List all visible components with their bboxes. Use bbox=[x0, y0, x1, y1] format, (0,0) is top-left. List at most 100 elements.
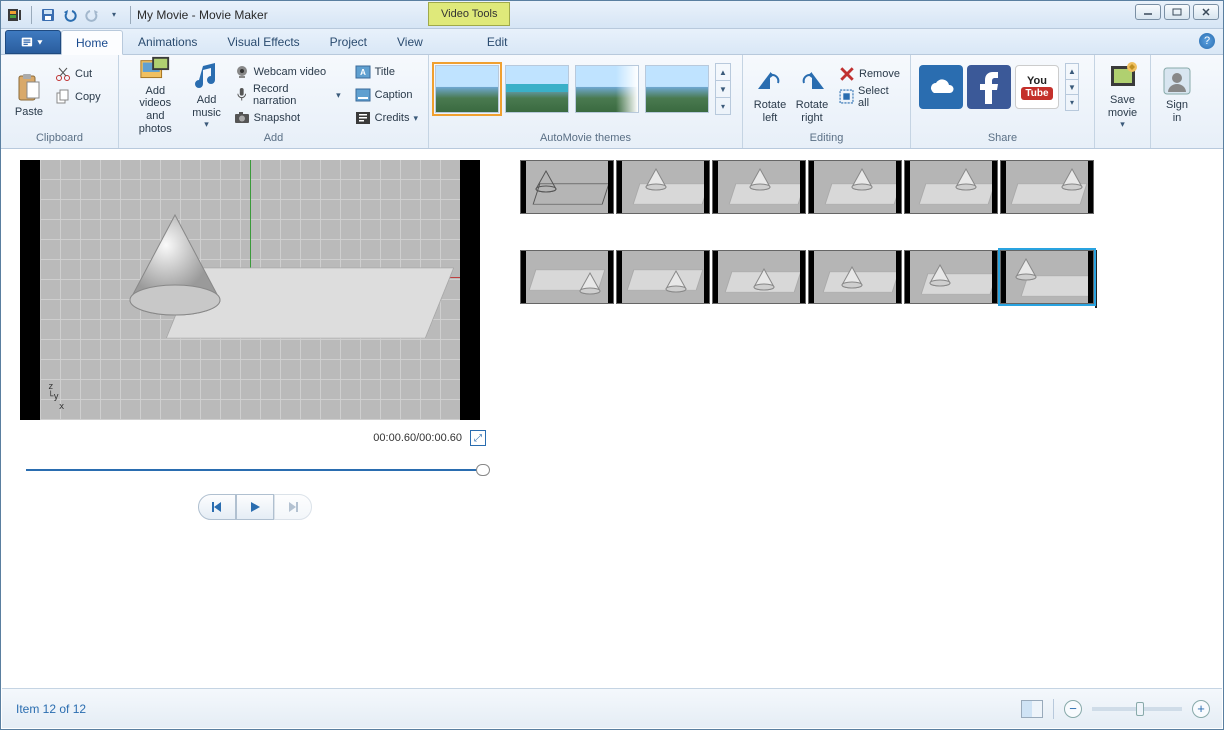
next-frame-button[interactable] bbox=[274, 494, 312, 520]
minimize-button[interactable] bbox=[1135, 4, 1161, 20]
tab-animations[interactable]: Animations bbox=[123, 29, 212, 54]
share-onedrive-button[interactable] bbox=[919, 65, 963, 109]
camera-icon bbox=[234, 110, 250, 126]
paste-icon bbox=[13, 72, 45, 104]
preview-time: 00:00.60/00:00.60 bbox=[373, 432, 462, 444]
group-automovie-label: AutoMovie themes bbox=[429, 132, 742, 148]
group-save-movie: Save movie bbox=[1095, 55, 1151, 148]
file-tab[interactable] bbox=[5, 30, 61, 54]
group-clipboard: Paste Cut Copy Clipboard bbox=[1, 55, 119, 148]
tab-view[interactable]: View bbox=[382, 29, 438, 54]
timeline-clip[interactable] bbox=[904, 160, 998, 214]
share-scroll-up[interactable]: ▲ bbox=[1066, 64, 1078, 80]
add-music-label: Add music bbox=[192, 94, 221, 119]
tab-visual-effects[interactable]: Visual Effects bbox=[212, 29, 314, 54]
close-button[interactable] bbox=[1193, 4, 1219, 20]
title-label: Title bbox=[375, 66, 395, 78]
seek-bar[interactable] bbox=[20, 464, 490, 476]
timeline-clip[interactable] bbox=[904, 250, 998, 304]
rotate-right-button[interactable]: Rotate right bbox=[791, 59, 833, 131]
zoom-in-button[interactable]: + bbox=[1192, 700, 1210, 718]
microphone-icon bbox=[234, 87, 249, 103]
automovie-gallery: ▲ ▼ ▾ bbox=[435, 59, 731, 115]
timeline-clip[interactable] bbox=[1000, 160, 1094, 214]
view-toggle-button[interactable] bbox=[1021, 700, 1043, 718]
rotate-left-button[interactable]: Rotate left bbox=[749, 59, 791, 131]
title-button[interactable]: A Title bbox=[351, 61, 422, 83]
rotate-right-label: Rotate right bbox=[796, 99, 828, 124]
zoom-thumb[interactable] bbox=[1136, 702, 1144, 716]
caption-button[interactable]: Caption bbox=[351, 84, 422, 106]
preview-pane: z└y x 00:00.60/00:00.60 ⤢ bbox=[2, 150, 500, 687]
timeline-clip[interactable] bbox=[616, 250, 710, 304]
tab-home[interactable]: Home bbox=[61, 30, 123, 55]
save-movie-button[interactable]: Save movie bbox=[1101, 59, 1145, 131]
person-icon bbox=[1161, 65, 1193, 97]
playback-controls bbox=[20, 494, 490, 520]
fullscreen-icon[interactable]: ⤢ bbox=[470, 430, 486, 446]
automovie-gallery-scroll: ▲ ▼ ▾ bbox=[715, 63, 731, 115]
film-photo-icon bbox=[139, 55, 171, 83]
prev-frame-button[interactable] bbox=[198, 494, 236, 520]
axis-label: z└y x bbox=[48, 382, 64, 412]
tab-edit[interactable]: Edit bbox=[472, 29, 523, 54]
status-text: Item 12 of 12 bbox=[16, 702, 86, 716]
gallery-scroll-up[interactable]: ▲ bbox=[716, 64, 730, 81]
copy-button[interactable]: Copy bbox=[51, 86, 105, 108]
record-narration-button[interactable]: Record narration bbox=[230, 84, 345, 106]
zoom-out-button[interactable]: − bbox=[1064, 700, 1082, 718]
share-youtube-button[interactable]: YouTube bbox=[1015, 65, 1059, 109]
share-expand[interactable]: ▾ bbox=[1066, 95, 1078, 110]
timeline-clip[interactable] bbox=[1000, 250, 1094, 304]
add-videos-label: Add videos and photos bbox=[131, 85, 180, 136]
share-facebook-button[interactable] bbox=[967, 65, 1011, 109]
seek-thumb[interactable] bbox=[476, 464, 490, 476]
webcam-video-button[interactable]: Webcam video bbox=[230, 61, 345, 83]
sign-in-button[interactable]: Sign in bbox=[1155, 59, 1199, 131]
add-videos-photos-button[interactable]: Add videos and photos bbox=[125, 59, 186, 131]
snapshot-label: Snapshot bbox=[254, 112, 300, 124]
timeline-clip[interactable] bbox=[712, 250, 806, 304]
app-icon bbox=[5, 5, 25, 25]
remove-button[interactable]: Remove bbox=[835, 63, 904, 85]
music-note-icon bbox=[191, 60, 223, 92]
save-movie-icon bbox=[1107, 60, 1139, 92]
group-share-label: Share bbox=[911, 132, 1094, 148]
maximize-button[interactable] bbox=[1164, 4, 1190, 20]
zoom-slider[interactable] bbox=[1092, 707, 1182, 711]
timeline-clip[interactable] bbox=[520, 160, 614, 214]
gallery-expand[interactable]: ▾ bbox=[716, 98, 730, 114]
group-add: Add videos and photos Add music Webcam v… bbox=[119, 55, 429, 148]
paste-button[interactable]: Paste bbox=[7, 59, 51, 131]
help-icon[interactable]: ? bbox=[1199, 33, 1215, 49]
credits-button[interactable]: Credits bbox=[351, 107, 422, 129]
automovie-theme-3[interactable] bbox=[575, 65, 639, 113]
automovie-theme-2[interactable] bbox=[505, 65, 569, 113]
select-all-icon bbox=[839, 89, 854, 105]
select-all-button[interactable]: Select all bbox=[835, 86, 904, 108]
timeline-clip[interactable] bbox=[520, 250, 614, 304]
group-add-label: Add bbox=[119, 132, 428, 148]
automovie-theme-1[interactable] bbox=[435, 65, 499, 113]
separator bbox=[1053, 699, 1054, 719]
qat-undo-icon[interactable] bbox=[60, 5, 80, 25]
add-music-button[interactable]: Add music bbox=[186, 59, 228, 131]
timeline-clip[interactable] bbox=[808, 250, 902, 304]
qat-customize-dropdown[interactable]: ▾ bbox=[104, 5, 124, 25]
timeline-clip[interactable] bbox=[616, 160, 710, 214]
automovie-theme-4[interactable] bbox=[645, 65, 709, 113]
play-button[interactable] bbox=[236, 494, 274, 520]
gallery-scroll-down[interactable]: ▼ bbox=[716, 81, 730, 98]
snapshot-button[interactable]: Snapshot bbox=[230, 107, 345, 129]
separator bbox=[130, 6, 131, 24]
qat-redo-icon[interactable] bbox=[82, 5, 102, 25]
timeline-clip[interactable] bbox=[712, 160, 806, 214]
share-scroll-down[interactable]: ▼ bbox=[1066, 80, 1078, 96]
qat-save-icon[interactable] bbox=[38, 5, 58, 25]
cut-button[interactable]: Cut bbox=[51, 63, 105, 85]
tab-project[interactable]: Project bbox=[315, 29, 382, 54]
share-gallery-scroll: ▲ ▼ ▾ bbox=[1065, 63, 1079, 111]
timeline-clip[interactable] bbox=[808, 160, 902, 214]
timeline-cursor[interactable] bbox=[1095, 250, 1097, 308]
title-icon: A bbox=[355, 64, 371, 80]
